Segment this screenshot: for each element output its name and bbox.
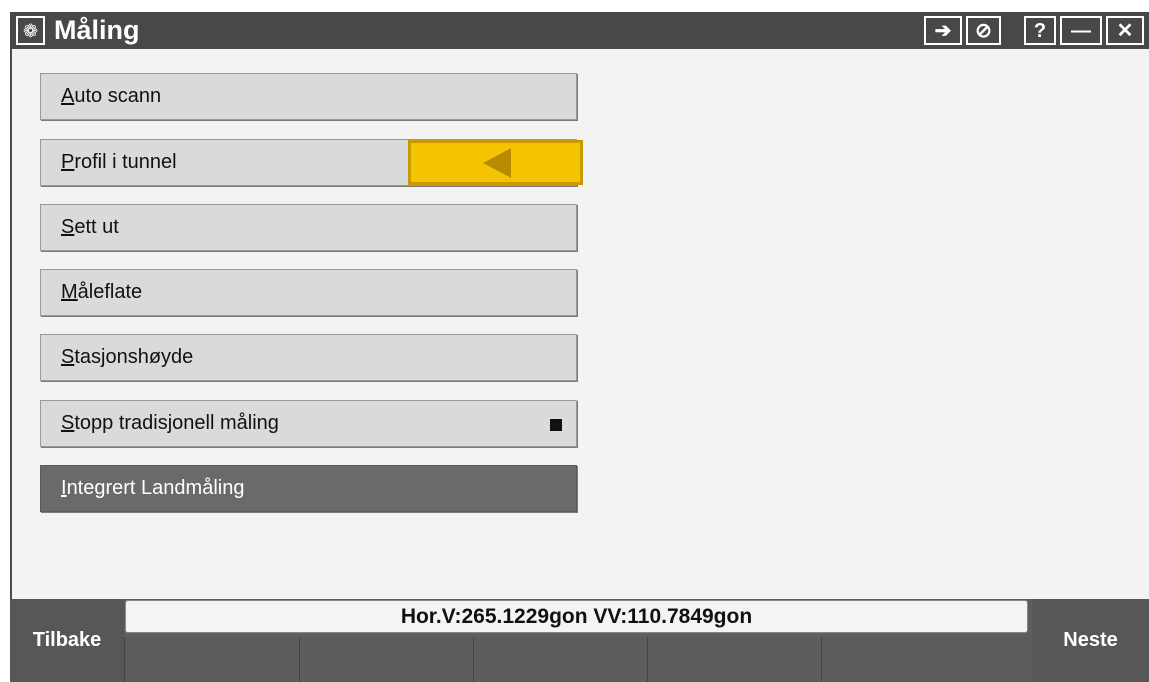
menu-item-sett-ut[interactable]: Sett ut — [40, 204, 577, 251]
window-title: Måling — [54, 15, 140, 45]
softkey-slot[interactable] — [821, 637, 1032, 682]
menu-item-stasjonshoyde[interactable]: Stasjonshøyde — [40, 334, 577, 381]
minimize-button[interactable]: — — [1060, 16, 1102, 45]
help-button[interactable]: ? — [1024, 16, 1056, 45]
menu-item-auto-scann[interactable]: Auto scann — [40, 73, 577, 120]
back-button[interactable]: Tilbake — [10, 599, 124, 682]
softkey-slot[interactable] — [124, 637, 299, 682]
login-arrow-icon[interactable]: ➔ — [924, 16, 962, 45]
menu-panel: Auto scann Profil i tunnel Sett ut Målef… — [10, 49, 1149, 599]
stop-square-icon — [550, 419, 562, 431]
next-button[interactable]: Neste — [1032, 599, 1149, 682]
menu-item-maaleflate[interactable]: Måleflate — [40, 269, 577, 316]
menu-item-stopp-tradisjonell-maling[interactable]: Stopp tradisjonell måling — [40, 400, 577, 447]
menu-item-label: Integrert Landmåling — [61, 477, 245, 499]
menu-item-label: Profil i tunnel — [61, 151, 177, 173]
menu-item-label: Stasjonshøyde — [61, 346, 194, 368]
title-bar: ❁ Måling ➔ ⊘ ? — ✕ — [10, 12, 1149, 49]
highlight-marker — [408, 140, 583, 185]
left-arrow-icon — [483, 148, 511, 178]
softkey-bar: Tilbake Hor.V:265.1229gon VV:110.7849gon… — [10, 599, 1149, 682]
menu-item-label: Auto scann — [61, 85, 162, 107]
softkey-slot[interactable] — [299, 637, 473, 682]
menu-item-label: Måleflate — [61, 281, 143, 303]
softkey-slot[interactable] — [473, 637, 647, 682]
menu-item-label: Sett ut — [61, 216, 119, 238]
status-readout: Hor.V:265.1229gon VV:110.7849gon — [125, 600, 1028, 633]
close-button[interactable]: ✕ — [1106, 16, 1144, 45]
trimble-globe-icon[interactable]: ❁ — [16, 16, 45, 45]
softkey-slot[interactable] — [647, 637, 821, 682]
menu-item-integrert-landmaling[interactable]: Integrert Landmåling — [40, 465, 577, 512]
no-entry-icon[interactable]: ⊘ — [966, 16, 1001, 45]
menu-item-label: Stopp tradisjonell måling — [61, 412, 279, 434]
